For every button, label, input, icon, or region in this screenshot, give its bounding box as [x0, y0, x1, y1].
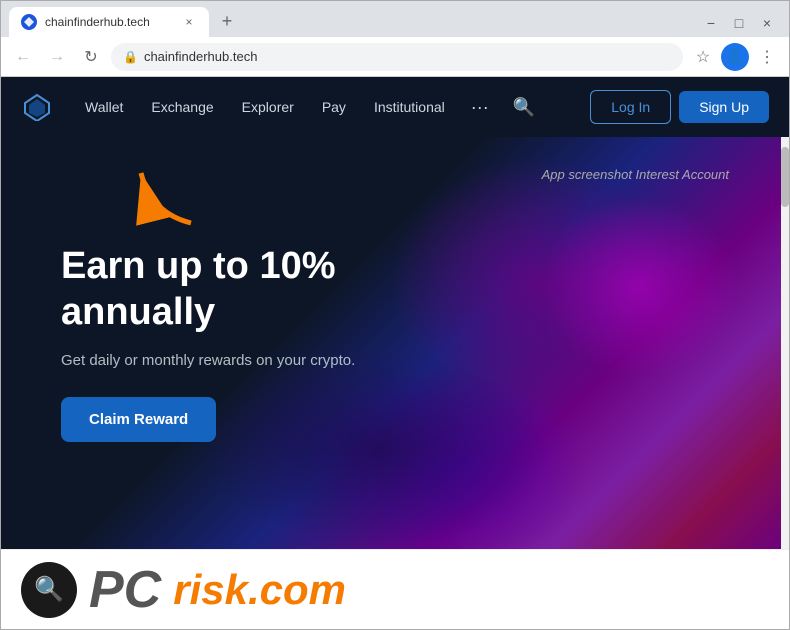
tab-bar: chainfinderhub.tech × + − □ × — [1, 1, 789, 37]
nav-institutional[interactable]: Institutional — [362, 91, 457, 123]
nav-more-icon[interactable]: ··· — [461, 89, 499, 126]
page-content: Wallet Exchange Explorer Pay Institution… — [1, 77, 789, 629]
nav-wallet[interactable]: Wallet — [73, 91, 135, 123]
nav-pay[interactable]: Pay — [310, 91, 358, 123]
hero-subtitle: Get daily or monthly rewards on your cry… — [61, 352, 461, 369]
claim-reward-button[interactable]: Claim Reward — [61, 397, 216, 442]
browser-window: chainfinderhub.tech × + − □ × ← → ↻ 🔒 ch… — [0, 0, 790, 630]
hero-screenshot-label: App screenshot Interest Account — [542, 167, 729, 182]
pcrisk-logo: 🔍 PC risk.com — [21, 562, 346, 618]
pcrisk-icon: 🔍 — [21, 562, 77, 618]
tab-close-button[interactable]: × — [181, 14, 197, 30]
back-button[interactable]: ← — [9, 43, 37, 71]
new-tab-button[interactable]: + — [213, 7, 241, 35]
watermark-bar: 🔍 PC risk.com — [1, 549, 789, 629]
signup-button[interactable]: Sign Up — [679, 91, 769, 123]
search-icon[interactable]: 🔍 — [503, 89, 545, 126]
window-controls: − □ × — [697, 9, 781, 37]
hero-title: Earn up to 10% annually — [61, 244, 461, 335]
tab-title: chainfinderhub.tech — [45, 15, 173, 29]
nav-exchange[interactable]: Exchange — [139, 91, 225, 123]
login-button[interactable]: Log In — [590, 90, 671, 124]
site-logo — [21, 91, 53, 123]
address-bar-row: ← → ↻ 🔒 chainfinderhub.tech ☆ 👤 ⋮ — [1, 37, 789, 77]
minimize-button[interactable]: − — [697, 9, 725, 37]
hero-section: Earn up to 10% annually Get daily or mon… — [1, 137, 789, 549]
hero-content: Earn up to 10% annually Get daily or mon… — [61, 244, 461, 441]
toolbar-icons: ☆ 👤 ⋮ — [689, 43, 781, 71]
address-bar[interactable]: 🔒 chainfinderhub.tech — [111, 43, 683, 71]
reload-button[interactable]: ↻ — [77, 43, 105, 71]
close-button[interactable]: × — [753, 9, 781, 37]
pcrisk-text-pc: PC — [89, 564, 161, 616]
scrollbar-thumb[interactable] — [781, 147, 789, 207]
address-text: chainfinderhub.tech — [144, 49, 671, 64]
pcrisk-icon-symbol: 🔍 — [34, 575, 64, 604]
scrollbar[interactable] — [781, 137, 789, 549]
menu-icon[interactable]: ⋮ — [753, 43, 781, 71]
maximize-button[interactable]: □ — [725, 9, 753, 37]
bg-blob-2 — [539, 197, 739, 377]
site-nav: Wallet Exchange Explorer Pay Institution… — [1, 77, 789, 137]
tab-favicon — [21, 14, 37, 30]
bookmark-icon[interactable]: ☆ — [689, 43, 717, 71]
user-avatar-button[interactable]: 👤 — [721, 43, 749, 71]
nav-links: Wallet Exchange Explorer Pay Institution… — [73, 89, 590, 126]
nav-auth-buttons: Log In Sign Up — [590, 90, 769, 124]
nav-explorer[interactable]: Explorer — [230, 91, 306, 123]
lock-icon: 🔒 — [123, 50, 138, 64]
forward-button[interactable]: → — [43, 43, 71, 71]
pcrisk-text-risk: risk.com — [173, 569, 346, 611]
active-tab[interactable]: chainfinderhub.tech × — [9, 7, 209, 37]
